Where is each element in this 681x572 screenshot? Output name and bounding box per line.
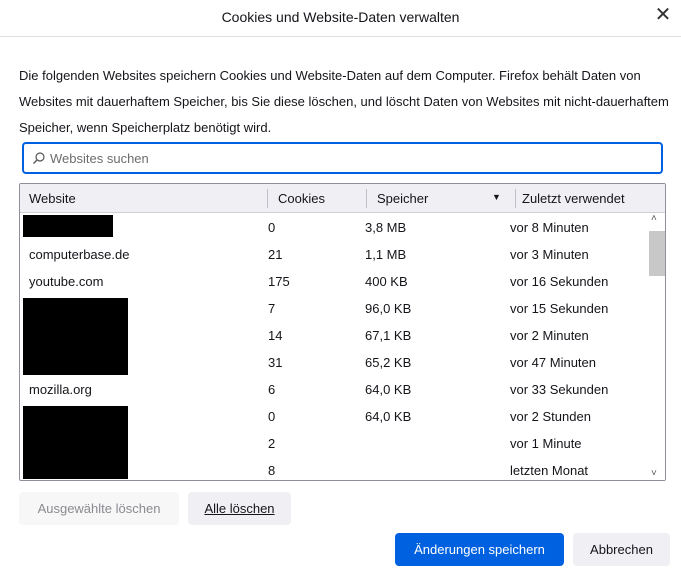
sort-descending-icon: ▼ [492,192,501,202]
cell-cookies: 0 [268,409,276,424]
column-header-storage[interactable]: Speicher [377,191,428,206]
remove-all-button[interactable]: Alle löschen [188,492,291,525]
save-changes-button[interactable]: Änderungen speichern [395,533,564,566]
cancel-button[interactable]: Abbrechen [573,533,670,566]
redacted-site [23,406,128,479]
cell-last: vor 3 Minuten [510,247,589,262]
cell-storage: 3,8 MB [365,220,407,235]
cell-storage: 96,0 KB [365,301,412,316]
cell-storage: 64,0 KB [365,409,412,424]
column-divider [515,189,516,208]
search-input[interactable] [50,150,630,166]
table-row[interactable]: mozilla.org 6 64,0 KB vor 33 Sekunden [20,376,647,403]
cell-last: vor 15 Sekunden [510,301,609,316]
cell-cookies: 7 [268,301,276,316]
cell-last: letzten Monat [510,463,589,478]
cell-storage: 64,0 KB [365,382,412,397]
cell-storage: 65,2 KB [365,355,412,370]
table-header: Website Cookies Speicher ▼ Zuletzt verwe… [20,184,665,213]
cell-last: vor 33 Sekunden [510,382,609,397]
cell-site: youtube.com [29,274,104,289]
search-icon [33,152,45,164]
cell-cookies: 0 [268,220,276,235]
redacted-site [23,298,128,375]
table-row[interactable]: 0 3,8 MB vor 8 Minuten [20,214,647,241]
column-header-website[interactable]: Website [29,191,76,206]
scroll-up-icon[interactable]: ˄ [651,213,657,224]
scroll-down-icon[interactable]: ˅ [651,468,657,479]
scrollbar[interactable]: ˄ ˅ [647,213,665,480]
description: Die folgenden Websites speichern Cookies… [19,68,669,135]
cell-cookies: 2 [268,436,276,451]
divider [0,36,681,37]
column-header-cookies[interactable]: Cookies [278,191,325,206]
cell-last: vor 2 Stunden [510,409,591,424]
cell-cookies: 175 [268,274,290,289]
close-icon[interactable]: ✕ [651,4,675,28]
table-row[interactable]: youtube.com 175 400 KB vor 16 Sekunden [20,268,647,295]
table-row[interactable]: computerbase.de 21 1,1 MB vor 3 Minuten [20,241,647,268]
cell-storage: 67,1 KB [365,328,412,343]
cell-storage: 1,1 MB [365,247,407,262]
remove-selected-button[interactable]: Ausgewählte löschen [19,492,179,525]
column-divider [267,189,268,208]
cell-storage: 400 KB [365,274,408,289]
cell-last: vor 16 Sekunden [510,274,609,289]
cell-cookies: 8 [268,463,276,478]
cell-cookies: 6 [268,382,276,397]
cell-cookies: 21 [268,247,283,262]
cell-last: vor 47 Minuten [510,355,596,370]
cell-site: mozilla.org [29,382,92,397]
column-divider [366,189,367,208]
dialog-title: Cookies und Website-Daten verwalten [221,9,460,25]
sites-table: Website Cookies Speicher ▼ Zuletzt verwe… [19,183,666,481]
cell-site: computerbase.de [29,247,130,262]
scrollbar-thumb[interactable] [649,231,665,276]
cell-cookies: 31 [268,355,283,370]
cell-last: vor 8 Minuten [510,220,589,235]
cell-last: vor 1 Minute [510,436,582,451]
search-field[interactable] [22,142,663,174]
column-header-last-used[interactable]: Zuletzt verwendet [522,191,625,206]
redacted-site [23,215,113,237]
cell-last: vor 2 Minuten [510,328,589,343]
cell-cookies: 14 [268,328,283,343]
